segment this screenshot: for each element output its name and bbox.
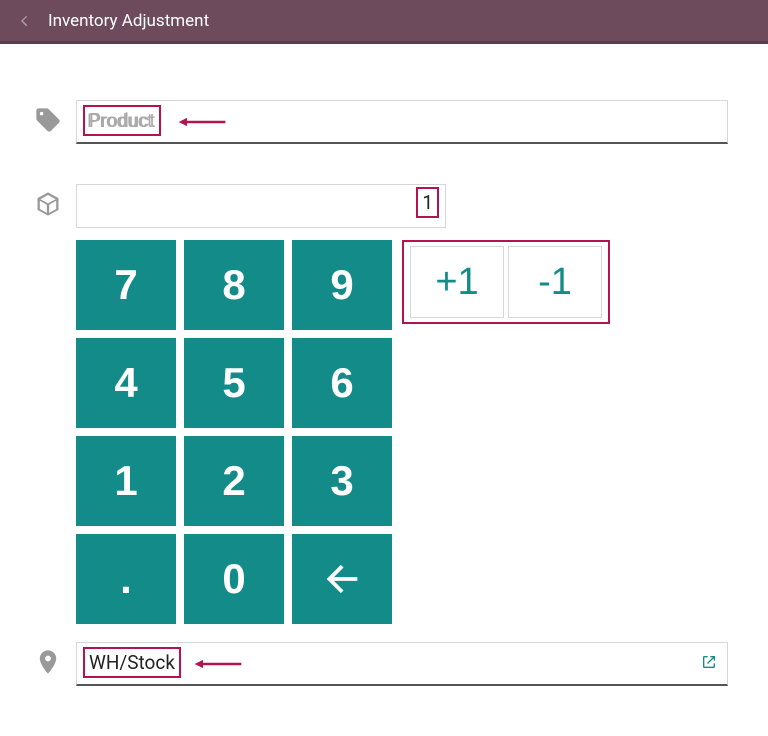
- key-1[interactable]: 1: [76, 436, 176, 526]
- chevron-left-icon: [15, 12, 33, 30]
- quantity-highlight: 1: [416, 187, 439, 218]
- product-input-wrap: Product: [76, 100, 728, 144]
- external-link-button[interactable]: [701, 654, 717, 674]
- quantity-row: 1 7 8 9 4 5 6 1 2 3 . 0: [28, 184, 728, 624]
- minus-one-button[interactable]: -1: [508, 246, 602, 318]
- key-0[interactable]: 0: [184, 534, 284, 624]
- incdec-highlight: +1 -1: [402, 240, 610, 324]
- location-input[interactable]: [87, 653, 717, 675]
- product-row: Product: [28, 100, 728, 144]
- tag-icon: [28, 100, 68, 134]
- key-dot[interactable]: .: [76, 534, 176, 624]
- external-link-icon: [701, 654, 717, 670]
- plus-one-button[interactable]: +1: [410, 246, 504, 318]
- key-3[interactable]: 3: [292, 436, 392, 526]
- key-6[interactable]: 6: [292, 338, 392, 428]
- key-backspace[interactable]: [292, 534, 392, 624]
- key-4[interactable]: 4: [76, 338, 176, 428]
- key-9[interactable]: 9: [292, 240, 392, 330]
- arrow-left-icon: [319, 556, 365, 602]
- increment-decrement: +1 -1: [402, 240, 610, 624]
- cube-icon: [28, 184, 68, 218]
- main-content: Product 1 7 8 9 4: [0, 44, 768, 686]
- numpad: 7 8 9 4 5 6 1 2 3 . 0: [76, 240, 392, 624]
- location-pin-icon: [28, 642, 68, 676]
- location-input-wrap: WH/Stock: [76, 642, 728, 686]
- location-row: WH/Stock: [28, 642, 728, 686]
- product-input[interactable]: [87, 111, 717, 133]
- key-7[interactable]: 7: [76, 240, 176, 330]
- quantity-display[interactable]: 1: [76, 184, 446, 228]
- header: Inventory Adjustment: [0, 0, 768, 44]
- key-2[interactable]: 2: [184, 436, 284, 526]
- page-title: Inventory Adjustment: [48, 11, 209, 31]
- back-button[interactable]: [12, 12, 36, 30]
- keypad-area: 7 8 9 4 5 6 1 2 3 . 0 +1: [76, 240, 728, 624]
- key-8[interactable]: 8: [184, 240, 284, 330]
- key-5[interactable]: 5: [184, 338, 284, 428]
